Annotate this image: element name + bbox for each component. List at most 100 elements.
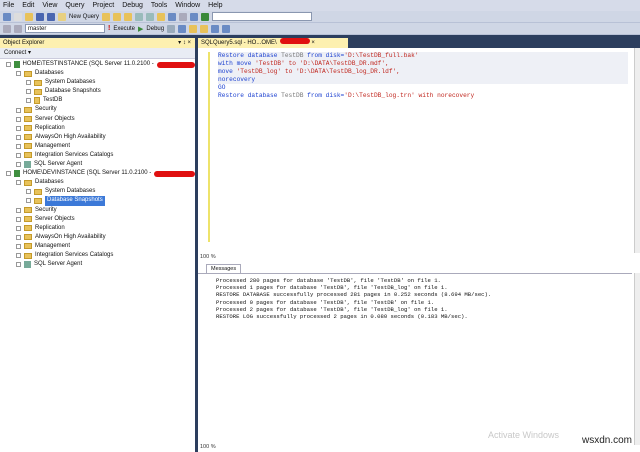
menu-debug[interactable]: Debug [122, 2, 143, 9]
code-token: Restore database [218, 52, 282, 59]
activate-windows-watermark: Activate Windows [488, 430, 560, 440]
tree-databases-2[interactable]: Databases [0, 178, 195, 187]
start-icon[interactable] [201, 12, 210, 21]
query-icon-3[interactable] [124, 12, 133, 21]
new-project-icon[interactable] [3, 12, 11, 21]
navigate-icon[interactable] [190, 12, 199, 21]
save-icon[interactable] [36, 12, 44, 21]
code-line: with move 'TestDB' to 'D:\DATA\TestDB_DR… [218, 60, 628, 68]
site-watermark: wsxdn.com [581, 435, 632, 446]
code-token: from disk= [303, 92, 345, 99]
change-connection-icon[interactable] [14, 24, 22, 33]
connect-button[interactable]: Connect ▾ [4, 50, 31, 56]
object-tree: HOME\TESTINSTANCE (SQL Server 11.0.2100 … [0, 59, 195, 269]
menu-file[interactable]: File [3, 2, 14, 9]
server-node-testinstance[interactable]: HOME\TESTINSTANCE (SQL Server 11.0.2100 … [0, 60, 195, 69]
tree-alwayson-2[interactable]: AlwaysOn High Availability [0, 233, 195, 242]
query-icon-2[interactable] [113, 12, 122, 21]
tree-server-objects[interactable]: Server Objects [0, 115, 195, 124]
folder-icon [24, 179, 32, 186]
tree-replication[interactable]: Replication [0, 124, 195, 133]
folder-icon [24, 216, 32, 223]
paste-icon[interactable] [157, 12, 166, 21]
solution-config-select[interactable] [212, 12, 313, 21]
query-icon[interactable] [102, 12, 111, 21]
add-item-icon[interactable] [14, 12, 22, 21]
menu-tools[interactable]: Tools [151, 2, 167, 9]
messages-output: Processed 280 pages for database 'TestDB… [198, 273, 632, 443]
menu-help[interactable]: Help [208, 2, 222, 9]
tree-database-snapshots-2[interactable]: Database Snapshots [0, 196, 195, 206]
server-icon [13, 61, 20, 69]
debug-button[interactable]: Debug [146, 26, 164, 32]
results-zoom[interactable]: 100 % [200, 444, 216, 450]
menu-query[interactable]: Query [65, 2, 84, 9]
editor-zoom[interactable]: 100 % [200, 254, 216, 260]
menu-edit[interactable]: Edit [22, 2, 34, 9]
open-icon[interactable] [25, 12, 33, 21]
redacted-mark [154, 170, 195, 177]
message-line: RESTORE LOG successfully processed 2 pag… [216, 313, 468, 321]
code-token: with move [218, 60, 256, 67]
tree-security-2[interactable]: Security [0, 206, 195, 215]
tree-replication-2[interactable]: Replication [0, 224, 195, 233]
editor-scrollbar[interactable] [634, 48, 640, 253]
new-query-button[interactable]: New Query [69, 14, 99, 20]
folder-icon [24, 70, 32, 77]
connect-icon[interactable] [3, 24, 11, 33]
query-tab[interactable]: SQLQuery5.sql - HO...OME\ × [198, 38, 348, 48]
code-token: 'TestDB' [255, 60, 285, 67]
tree-management-2[interactable]: Management [0, 242, 195, 251]
tree-integration-services[interactable]: Integration Services Catalogs [0, 151, 195, 160]
message-line: Processed 0 pages for database 'TestDB',… [216, 298, 435, 306]
indent-icon[interactable] [222, 24, 231, 33]
tree-system-databases-2[interactable]: System Databases [0, 187, 195, 196]
server-node-devinstance[interactable]: HOME\DEVINSTANCE (SQL Server 11.0.2100 - [0, 169, 195, 178]
tree-server-objects-2[interactable]: Server Objects [0, 215, 195, 224]
tree-databases[interactable]: Databases [0, 69, 195, 78]
display-plan-icon[interactable] [189, 24, 198, 33]
code-token: to 'D:\DATA\TestDB_DR.mdf', [284, 60, 389, 67]
tree-security[interactable]: Security [0, 105, 195, 114]
copy-icon[interactable] [146, 12, 155, 21]
sql-editor[interactable]: Restore database TestDB from disk='D:\Te… [208, 52, 628, 242]
save-all-icon[interactable] [47, 12, 55, 21]
menu-bar: File Edit View Query Project Debug Tools… [0, 0, 640, 11]
folder-icon [24, 116, 32, 123]
tree-testdb[interactable]: TestDB [0, 96, 195, 105]
menu-view[interactable]: View [42, 2, 57, 9]
code-token: move [218, 68, 237, 75]
tree-integration-services-2[interactable]: Integration Services Catalogs [0, 251, 195, 260]
menu-project[interactable]: Project [92, 2, 114, 9]
messages-tab[interactable]: Messages [206, 264, 242, 273]
stop-icon[interactable] [167, 24, 176, 33]
messages-scrollbar[interactable] [634, 273, 640, 445]
comment-icon[interactable] [211, 24, 220, 33]
tree-system-databases[interactable]: System Databases [0, 78, 195, 87]
undo-icon[interactable] [168, 12, 177, 21]
folder-icon [24, 152, 32, 159]
folder-icon [24, 134, 32, 141]
close-tab-icon[interactable]: × [311, 40, 315, 46]
folder-icon [24, 125, 32, 132]
redacted-mark [279, 38, 310, 44]
database-select[interactable]: master [25, 24, 105, 33]
tree-alwayson[interactable]: AlwaysOn High Availability [0, 133, 195, 142]
folder-icon [34, 88, 42, 95]
redo-icon[interactable] [179, 12, 188, 21]
tree-database-snapshots[interactable]: Database Snapshots [0, 87, 195, 96]
execute-button[interactable]: Execute [113, 26, 135, 32]
results-icon[interactable] [200, 24, 209, 33]
execute-icon: ! [108, 25, 111, 32]
tree-management[interactable]: Management [0, 142, 195, 151]
object-explorer-title: Object Explorer [3, 40, 45, 46]
tree-sql-agent[interactable]: SQL Server Agent [0, 160, 195, 169]
code-token: TestDB [281, 92, 304, 99]
tree-sql-agent-2[interactable]: SQL Server Agent [0, 260, 195, 269]
parse-icon[interactable] [178, 24, 187, 33]
panel-controls[interactable]: ▾ ↕ × [178, 38, 191, 48]
code-token: GO [218, 84, 226, 91]
code-line: norecovery [218, 76, 628, 84]
cut-icon[interactable] [135, 12, 144, 21]
menu-window[interactable]: Window [175, 2, 200, 9]
